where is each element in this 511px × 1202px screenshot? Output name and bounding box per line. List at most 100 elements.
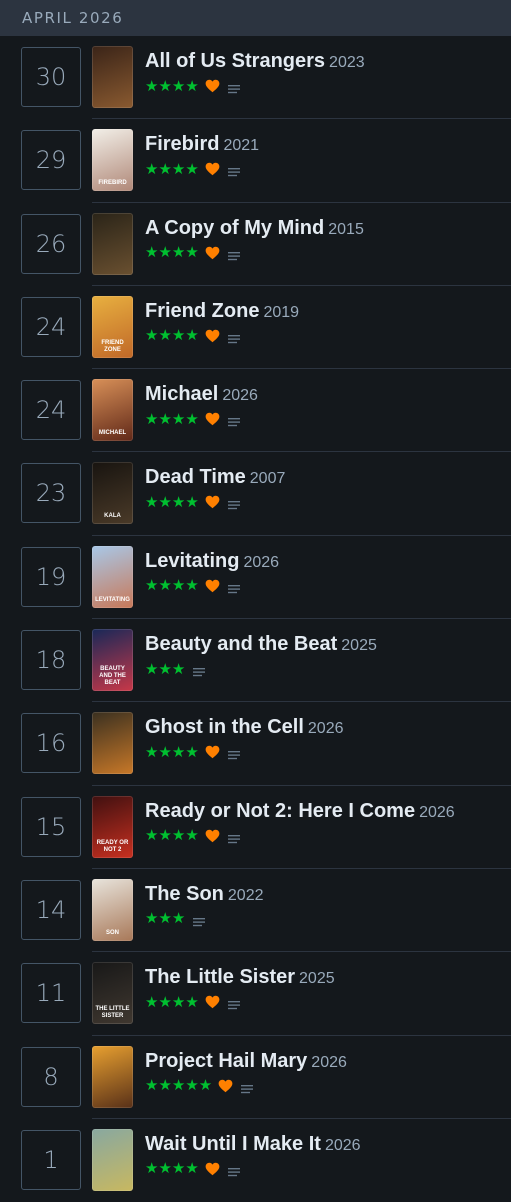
review-icon[interactable] (227, 164, 240, 177)
film-title-link[interactable]: The Son (145, 883, 224, 905)
film-year-link[interactable]: 2025 (341, 637, 377, 654)
film-year-link[interactable]: 2025 (299, 970, 335, 987)
film-year-link[interactable]: 2015 (328, 221, 364, 238)
film-poster[interactable] (92, 1128, 133, 1191)
day-link[interactable]: 26 (21, 213, 81, 274)
day-link[interactable]: 16 (21, 713, 81, 774)
film-year-link[interactable]: 2026 (311, 1054, 347, 1071)
diary-entry[interactable]: 24 Friend Zone Friend Zone 2019 ★★★★ (0, 286, 511, 370)
heart-icon (205, 745, 220, 759)
film-poster[interactable] (92, 1045, 133, 1108)
heart-icon (205, 1162, 220, 1176)
film-year-link[interactable]: 2023 (329, 54, 365, 71)
diary-entry[interactable]: 30 All of Us Strangers 2023 ★★★★ (0, 36, 511, 120)
review-icon[interactable] (227, 581, 240, 593)
diary-entry[interactable]: 11 The Little Sister The Little Sister 2025… (0, 952, 511, 1036)
review-icon[interactable] (227, 497, 240, 510)
star-rating: ★★★★ (145, 493, 199, 511)
heart-icon (205, 412, 220, 426)
review-icon[interactable] (227, 831, 240, 843)
diary-entry[interactable]: 26 A Copy of My Mind 2015 ★★★★ (0, 203, 511, 287)
diary-entry[interactable]: 8 Project Hail Mary 2026 ★★★★★ (0, 1036, 511, 1120)
star-rating: ★★★★ (145, 244, 199, 262)
review-icon[interactable] (227, 1164, 240, 1177)
film-poster[interactable] (92, 212, 133, 275)
day-link[interactable]: 24 (21, 296, 81, 357)
film-poster[interactable]: Beauty and the Beat (92, 629, 133, 692)
film-year-link[interactable]: 2022 (228, 887, 264, 904)
review-icon[interactable] (227, 331, 240, 344)
day-link[interactable]: 14 (21, 879, 81, 940)
review-icon[interactable] (193, 664, 206, 677)
review-icon[interactable] (227, 414, 240, 427)
film-title-link[interactable]: Beauty and the Beat (145, 633, 337, 655)
film-year-link[interactable]: 2026 (308, 720, 344, 737)
day-link[interactable]: 29 (21, 130, 81, 191)
film-poster[interactable]: Son (92, 878, 133, 941)
film-title-link[interactable]: A Copy of My Mind (145, 217, 324, 239)
poster-title-text: Ready or Not 2 (96, 839, 129, 853)
poster-title-text: Michael (98, 430, 127, 437)
month-header: APRIL 2026 (0, 0, 511, 36)
film-title-link[interactable]: Wait Until I Make It (145, 1133, 321, 1155)
star-rating: ★★★★ (145, 577, 199, 595)
film-poster[interactable]: Michael (92, 379, 133, 442)
review-icon[interactable] (227, 997, 240, 1010)
heart-icon (205, 329, 220, 343)
day-link[interactable]: 15 (21, 796, 81, 857)
diary-entry[interactable]: 24 Michael Michael 2026 ★★★★ (0, 369, 511, 453)
diary-entry[interactable]: 1 Wait Until I Make It 2026 ★★★★ (0, 1119, 511, 1202)
diary-entry[interactable]: 14 Son The Son 2022 ★★★ (0, 869, 511, 953)
star-rating: ★★★★ (145, 1160, 199, 1178)
diary-entry[interactable]: 15 Ready or Not 2 Ready or Not 2: Here I C… (0, 786, 511, 870)
day-link[interactable]: 8 (21, 1046, 81, 1107)
review-icon[interactable] (227, 248, 240, 260)
poster-title-text: Firebird (98, 180, 127, 187)
heart-icon (205, 995, 220, 1009)
diary-entry[interactable]: 18 Beauty and the Beat Beauty and the Beat… (0, 619, 511, 703)
diary-entry[interactable]: 23 Kala Dead Time 2007 ★★★★ (0, 452, 511, 537)
film-poster[interactable] (92, 712, 133, 775)
diary-entry[interactable]: 19 Levitating Levitating 2026 ★★★★ (0, 536, 511, 620)
film-poster[interactable]: Firebird (92, 129, 133, 192)
film-title-link[interactable]: Firebird (145, 133, 219, 155)
film-poster[interactable]: The Little Sister (92, 962, 133, 1025)
diary-entry[interactable]: 29 Firebird Firebird 2021 ★★★★ (0, 119, 511, 203)
film-title-link[interactable]: Ghost in the Cell (145, 716, 304, 738)
film-title-link[interactable]: All of Us Strangers (145, 50, 325, 72)
review-icon[interactable] (227, 747, 240, 760)
day-link[interactable]: 1 (21, 1129, 81, 1190)
film-poster[interactable]: Ready or Not 2 (92, 795, 133, 858)
day-link[interactable]: 23 (21, 463, 81, 524)
review-icon[interactable] (227, 81, 240, 94)
film-title-link[interactable]: The Little Sister (145, 966, 295, 988)
diary-entry[interactable]: 16 Ghost in the Cell 2026 ★★★★ (0, 702, 511, 786)
film-year-link[interactable]: 2019 (263, 304, 299, 321)
review-icon[interactable] (193, 914, 206, 927)
film-title-link[interactable]: Project Hail Mary (145, 1050, 307, 1072)
heart-icon (205, 495, 220, 509)
star-rating: ★★★ (145, 910, 186, 928)
film-title-link[interactable]: Dead Time (145, 466, 246, 488)
day-link[interactable]: 19 (21, 546, 81, 607)
film-poster[interactable]: Kala (92, 462, 133, 525)
film-year-link[interactable]: 2026 (419, 804, 455, 821)
film-poster[interactable] (92, 46, 133, 108)
review-icon[interactable] (241, 1081, 254, 1093)
film-year-link[interactable]: 2026 (222, 387, 258, 404)
film-title-link[interactable]: Ready or Not 2: Here I Come (145, 800, 415, 822)
film-title-link[interactable]: Michael (145, 383, 218, 405)
day-link[interactable]: 24 (21, 380, 81, 441)
film-poster[interactable]: Friend Zone (92, 295, 133, 358)
film-year-link[interactable]: 2021 (223, 137, 259, 154)
day-link[interactable]: 11 (21, 963, 81, 1024)
film-title-link[interactable]: Levitating (145, 550, 239, 572)
film-title-link[interactable]: Friend Zone (145, 300, 259, 322)
film-poster[interactable]: Levitating (92, 545, 133, 608)
film-year-link[interactable]: 2026 (243, 554, 279, 571)
film-year-link[interactable]: 2026 (325, 1137, 361, 1154)
day-link[interactable]: 18 (21, 630, 81, 691)
film-year-link[interactable]: 2007 (250, 470, 286, 487)
heart-icon (205, 579, 220, 593)
day-link[interactable]: 30 (21, 47, 81, 107)
